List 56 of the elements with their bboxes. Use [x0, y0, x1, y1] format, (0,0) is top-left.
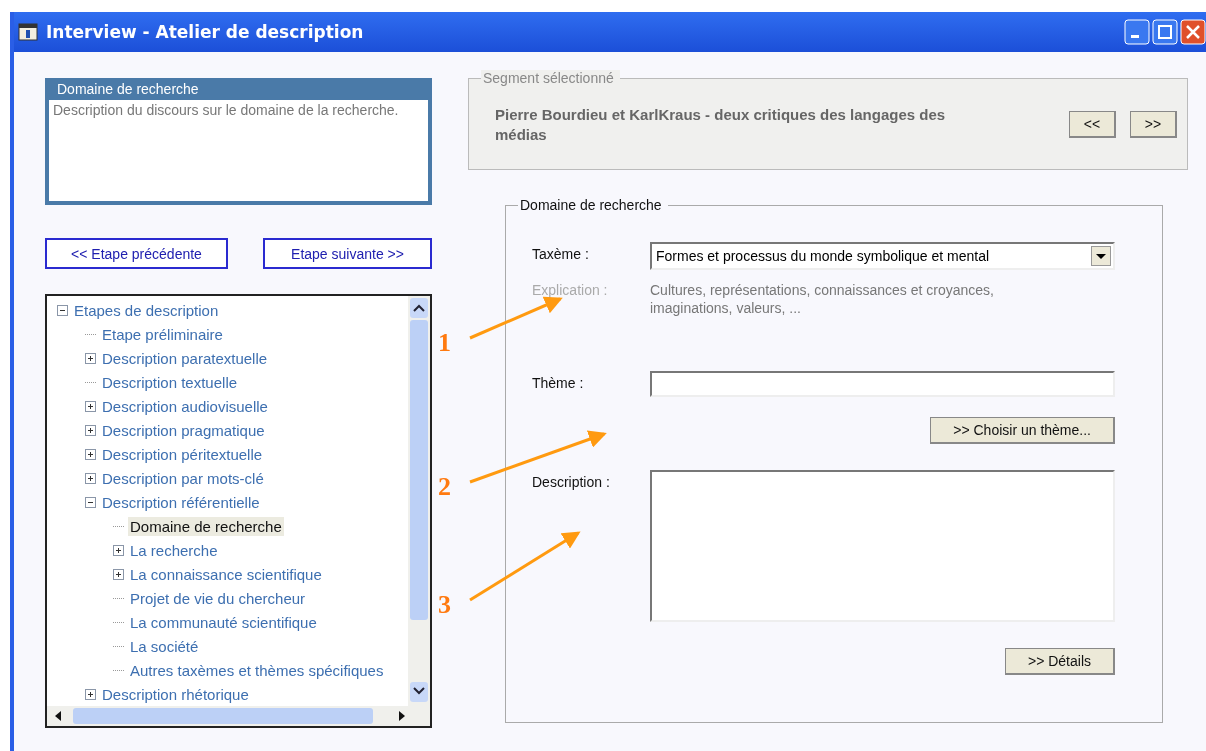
panel-title: Domaine de recherche: [49, 81, 428, 100]
tree-item[interactable]: Description textuelle: [100, 372, 240, 392]
group-title: Segment sélectionné: [481, 70, 620, 86]
tree-item[interactable]: Etape préliminaire: [100, 324, 225, 344]
tree-item[interactable]: Description péritextuelle: [100, 444, 265, 464]
details-button[interactable]: >> Détails: [1004, 648, 1115, 675]
expand-icon[interactable]: [85, 400, 96, 412]
tree-item[interactable]: La société: [128, 636, 201, 656]
annotation-number: 3: [438, 592, 451, 618]
field-label: Explication :: [532, 281, 609, 298]
tree-item[interactable]: Description rhétorique: [100, 684, 251, 704]
expand-icon[interactable]: [85, 448, 96, 460]
minimize-icon[interactable]: [1124, 19, 1150, 45]
theme-field[interactable]: [650, 371, 1115, 397]
tree-item[interactable]: Autres taxèmes et thèmes spécifiques: [128, 660, 386, 680]
description-field[interactable]: [650, 470, 1115, 622]
collapse-icon[interactable]: [85, 496, 96, 508]
info-icon: [18, 22, 38, 42]
vertical-scrollbar[interactable]: [408, 296, 430, 706]
tree-item[interactable]: Description paratextuelle: [100, 348, 270, 368]
expand-icon[interactable]: [85, 472, 96, 484]
horizontal-scrollbar[interactable]: [47, 706, 430, 726]
field-label: Taxème :: [532, 245, 590, 262]
expand-icon[interactable]: [113, 568, 124, 580]
annotation-number: 1: [438, 330, 451, 356]
step-button[interactable]: << Etape précédente: [45, 238, 228, 269]
annotation-number: 2: [438, 474, 451, 500]
step-button[interactable]: Etape suivante >>: [263, 238, 432, 269]
expand-icon[interactable]: [85, 424, 96, 436]
choose-theme-button[interactable]: >> Choisir un thème...: [930, 417, 1115, 444]
info-text: Description du discours sur le domaine de la recherche.: [52, 101, 400, 120]
window-title: Interview - Atelier de description: [46, 22, 365, 42]
tree-item[interactable]: La recherche: [128, 540, 220, 560]
taxeme-dropdown[interactable]: Formes et processus du monde symbolique et mental: [650, 242, 1115, 270]
nav-button[interactable]: >>: [1130, 111, 1177, 138]
tree-item[interactable]: Description pragmatique: [100, 420, 267, 440]
tree-item[interactable]: Projet de vie du chercheur: [128, 588, 308, 608]
tree-item[interactable]: Description audiovisuelle: [100, 396, 270, 416]
expand-icon[interactable]: [85, 688, 96, 700]
tree-item[interactable]: Description par mots-clé: [100, 468, 266, 488]
field-label: Description :: [532, 473, 611, 490]
field-label: Thème :: [532, 374, 585, 391]
nav-button[interactable]: <<: [1069, 111, 1116, 138]
segment-title: Pierre Bourdieu et KarlKraus - deux critiques des langages des médias: [495, 105, 947, 144]
tree-item[interactable]: La connaissance scientifique: [128, 564, 324, 584]
tree-item[interactable]: Domaine de recherche: [128, 516, 284, 536]
tree-item[interactable]: Etapes de description: [72, 300, 221, 320]
tree-item[interactable]: La communauté scientifique: [128, 612, 319, 632]
maximize-icon[interactable]: [1152, 19, 1178, 45]
collapse-icon[interactable]: [57, 304, 68, 316]
expand-icon[interactable]: [85, 352, 96, 364]
tree-item[interactable]: Description référentielle: [100, 492, 262, 512]
close-icon[interactable]: [1180, 19, 1206, 45]
group-title: Domaine de recherche: [518, 197, 668, 213]
expand-icon[interactable]: [113, 544, 124, 556]
explanation-text: Cultures, représentations, connaissances et croyances, imaginations, valeurs, ...: [650, 282, 995, 317]
